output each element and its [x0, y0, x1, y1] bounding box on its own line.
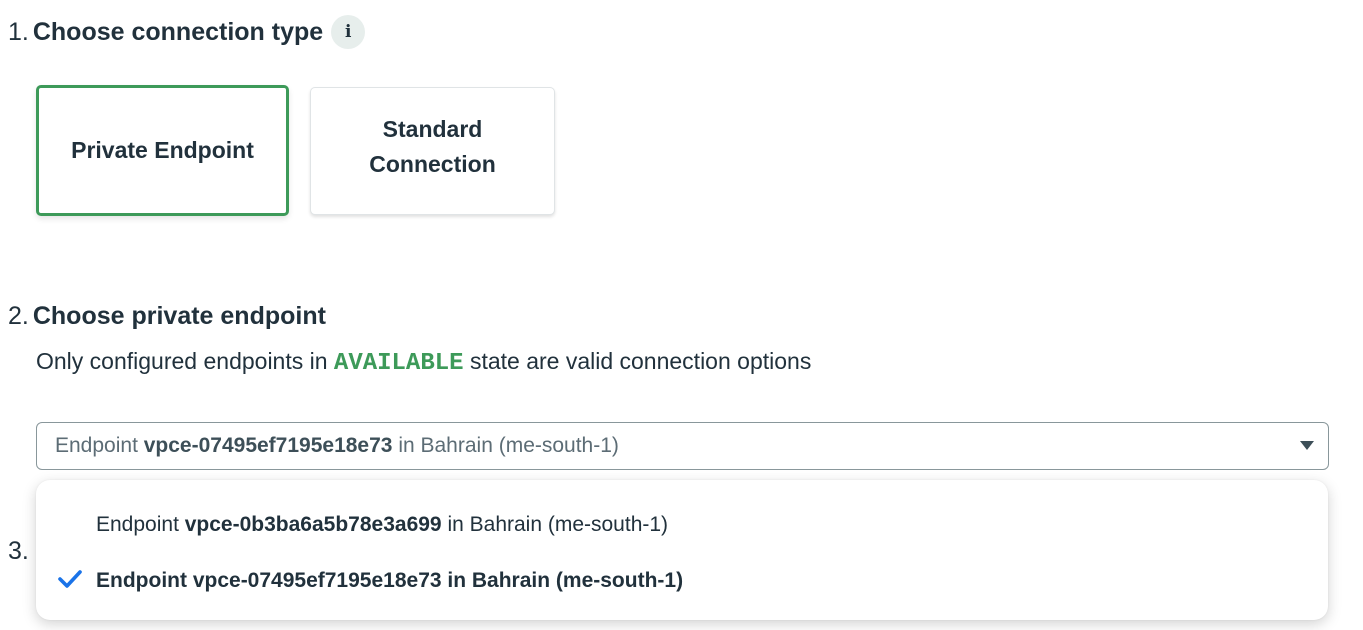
step-number: 1. [8, 18, 29, 46]
option-endpoint-id: vpce-0b3ba6a5b78e3a699 [184, 513, 442, 536]
card-label-line-2: Connection [369, 151, 496, 177]
check-icon [58, 569, 82, 595]
desc-suffix: state are valid connection options [469, 348, 812, 374]
select-prefix: Endpoint [55, 434, 138, 457]
desc-prefix: Only configured endpoints in [36, 348, 328, 374]
endpoint-dropdown-menu: Endpoint vpce-0b3ba6a5b78e3a699 in Bahra… [36, 480, 1328, 620]
option-prefix: Endpoint [96, 569, 187, 592]
private-endpoint-card[interactable]: Private Endpoint [36, 85, 289, 216]
option-suffix: in Bahrain (me-south-1) [447, 513, 669, 536]
select-endpoint-id: vpce-07495ef7195e18e73 [143, 434, 393, 457]
available-state-label: AVAILABLE [333, 350, 464, 377]
card-label-line-1: Standard [382, 116, 483, 142]
select-suffix: in Bahrain (me-south-1) [398, 434, 619, 457]
standard-connection-card[interactable]: Standard Connection [310, 87, 555, 215]
step-1-heading: 1. Choose connection type i [8, 15, 366, 49]
info-icon[interactable]: i [331, 15, 366, 49]
option-suffix: in Bahrain (me-south-1) [447, 569, 684, 592]
endpoint-select[interactable]: Endpoint vpce-07495ef7195e18e73 in Bahra… [36, 422, 1329, 470]
step-3-number: 3. [8, 537, 29, 565]
option-prefix: Endpoint [96, 513, 179, 536]
step-title: Choose connection type [32, 18, 324, 46]
step-title: Choose private endpoint [32, 302, 326, 330]
option-endpoint-id: vpce-07495ef7195e18e73 [192, 569, 442, 592]
caret-down-icon[interactable] [1300, 441, 1314, 450]
dropdown-option-selected[interactable]: Endpoint vpce-07495ef7195e18e73 in Bahra… [36, 553, 1328, 609]
step-number: 2. [8, 302, 29, 330]
step-2-description: Only configured endpoints in AVAILABLE s… [36, 346, 811, 379]
card-label: Private Endpoint [71, 137, 254, 163]
dropdown-option[interactable]: Endpoint vpce-0b3ba6a5b78e3a699 in Bahra… [36, 497, 1328, 553]
step-2-heading: 2. Choose private endpoint [8, 301, 326, 331]
